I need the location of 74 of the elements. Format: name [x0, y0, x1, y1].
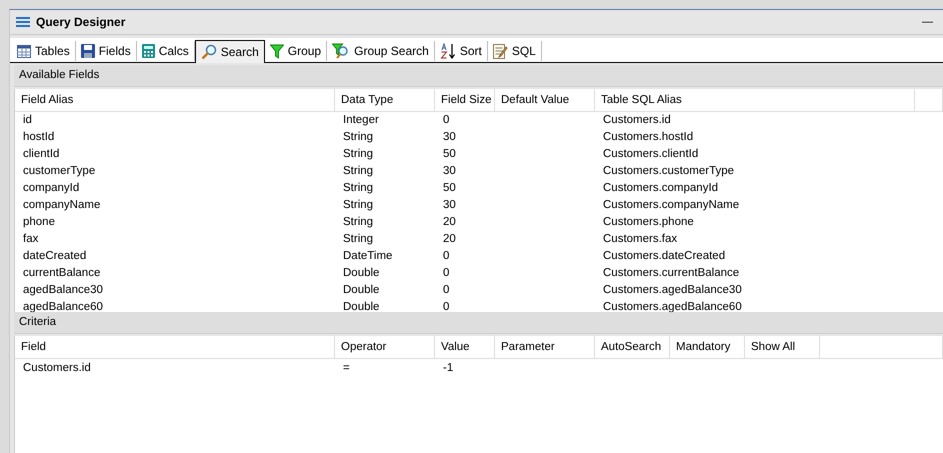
table-cell: 0: [443, 114, 450, 126]
column-header[interactable]: Table SQL Alias: [595, 89, 915, 111]
table-cell: Customers.id: [603, 114, 671, 126]
window-title: Query Designer: [36, 15, 126, 29]
column-header[interactable]: Default Value: [495, 89, 595, 111]
table-cell: Customers.currentBalance: [603, 267, 740, 279]
table-cell: 20: [443, 233, 456, 245]
table-cell: 30: [443, 131, 456, 143]
table-cell: -1: [443, 362, 454, 374]
table-cell: id: [23, 114, 32, 126]
column-header[interactable]: Data Type: [335, 89, 435, 111]
table-cell: 20: [443, 216, 456, 228]
table-cell: Customers.customerType: [603, 165, 734, 177]
section-header: Criteria: [14, 312, 943, 334]
funnel-search-icon: [332, 43, 350, 59]
table-cell: String: [343, 216, 374, 228]
table-cell: Customers.hostId: [603, 131, 694, 143]
calculator-icon: [142, 44, 155, 58]
column-header[interactable]: Field Size: [435, 89, 495, 111]
table-cell: Double: [343, 284, 380, 296]
table-cell: clientId: [23, 148, 60, 160]
minimize-button[interactable]: —: [918, 16, 937, 28]
table-cell: 50: [443, 182, 456, 194]
table-cell: String: [343, 148, 374, 160]
column-header[interactable]: Show All: [745, 336, 820, 358]
table-cell: phone: [23, 216, 55, 228]
table-cell: hostId: [23, 131, 54, 143]
tab[interactable]: Search: [194, 40, 265, 63]
table-icon: [17, 44, 31, 58]
column-header[interactable]: Value: [435, 336, 495, 358]
table-cell: 50: [443, 148, 456, 160]
table-cell: Customers.phone: [603, 216, 694, 228]
table-cell: Customers.dateCreated: [603, 250, 726, 262]
column-header[interactable]: Operator: [335, 336, 435, 358]
table-cell: 0: [443, 267, 450, 279]
table-cell: String: [343, 182, 374, 194]
table-cell: companyId: [23, 182, 80, 194]
table-cell: Double: [343, 301, 380, 312]
table-cell: Customers.id: [23, 362, 91, 374]
table-cell: companyName: [23, 199, 100, 211]
table-cell: String: [343, 165, 374, 177]
table-cell: Integer: [343, 114, 379, 126]
table-cell: 0: [443, 301, 450, 312]
column-header[interactable]: Parameter: [495, 336, 595, 358]
table-cell: Customers.clientId: [603, 148, 698, 160]
column-header[interactable]: Field Alias: [15, 89, 335, 111]
table-cell: agedBalance30: [23, 284, 103, 296]
table-cell: 30: [443, 199, 456, 211]
table-cell: currentBalance: [23, 267, 100, 279]
table-cell: DateTime: [343, 250, 392, 262]
table-cell: 0: [443, 250, 450, 262]
table-cell: Double: [343, 267, 380, 279]
table-cell: =: [343, 362, 350, 374]
table-cell: 30: [443, 165, 456, 177]
search-icon: [200, 44, 217, 60]
column-header[interactable]: Field: [15, 336, 335, 358]
table-cell: fax: [23, 233, 38, 245]
column-header[interactable]: Mandatory: [670, 336, 745, 358]
sort-icon: [440, 43, 456, 59]
table-cell: String: [343, 199, 374, 211]
table-cell: 0: [443, 284, 450, 296]
table-cell: Customers.fax: [603, 233, 678, 245]
section-header: Available Fields: [14, 65, 943, 87]
table-cell: String: [343, 131, 374, 143]
table-cell: Customers.companyId: [603, 182, 718, 194]
table-cell: dateCreated: [23, 250, 86, 262]
table-cell: customerType: [23, 165, 96, 177]
funnel-icon: [270, 44, 284, 58]
table-cell: Customers.companyName: [603, 199, 740, 211]
table-cell: String: [343, 233, 374, 245]
menu-lines-icon: [16, 17, 30, 27]
notepad-icon: [492, 43, 508, 59]
column-header[interactable]: AutoSearch: [595, 336, 670, 358]
table-cell: Customers.agedBalance30: [603, 284, 742, 296]
